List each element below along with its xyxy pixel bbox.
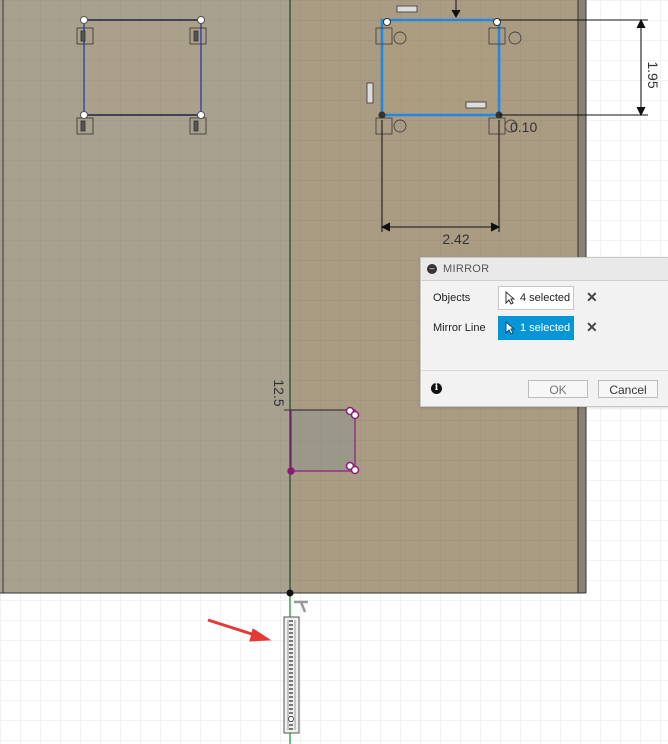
profile-rectangle[interactable] <box>290 409 356 472</box>
dimension-offset-label[interactable]: 0.10 <box>510 119 537 135</box>
mirror-line-glyph[interactable] <box>283 616 300 734</box>
objects-row: Objects 4 selected ✕ <box>421 286 668 312</box>
dimension-height-label[interactable]: 1.95 <box>645 61 661 88</box>
origin-point[interactable] <box>286 589 294 597</box>
mirror-line-clear-icon[interactable]: ✕ <box>586 320 598 334</box>
mirror-dialog-footer: i OK Cancel <box>421 370 668 407</box>
mirror-dialog-header: – MIRROR <box>421 258 668 281</box>
objects-clear-icon[interactable]: ✕ <box>586 290 598 304</box>
objects-selection-field[interactable]: 4 selected <box>498 286 574 310</box>
mirror-dialog: – MIRROR Objects 4 selected ✕ Mirror Lin… <box>420 257 668 407</box>
mirror-line-label: Mirror Line <box>433 322 486 334</box>
dimension-vertical-label[interactable]: 12.5 <box>271 379 287 406</box>
cursor-arrow-icon <box>505 291 515 305</box>
collapse-icon[interactable]: – <box>427 264 437 274</box>
objects-label: Objects <box>433 292 471 304</box>
cancel-button[interactable]: Cancel <box>598 380 658 398</box>
sketch-rectangle-left[interactable] <box>83 19 202 116</box>
cursor-arrow-icon <box>505 321 515 335</box>
mirror-line-row: Mirror Line 1 selected ✕ <box>421 316 668 342</box>
mirror-dialog-title: MIRROR <box>443 263 490 275</box>
objects-selection-value: 4 selected <box>520 292 571 304</box>
info-icon[interactable]: i <box>431 383 442 394</box>
ok-button[interactable]: OK <box>528 380 588 398</box>
sketch-rectangle-right-selected[interactable] <box>380 18 501 117</box>
mirror-line-selection-field[interactable]: 1 selected <box>498 316 574 340</box>
mirror-line-selection-value: 1 selected <box>520 322 571 334</box>
dimension-width-label[interactable]: 2.42 <box>442 231 469 247</box>
